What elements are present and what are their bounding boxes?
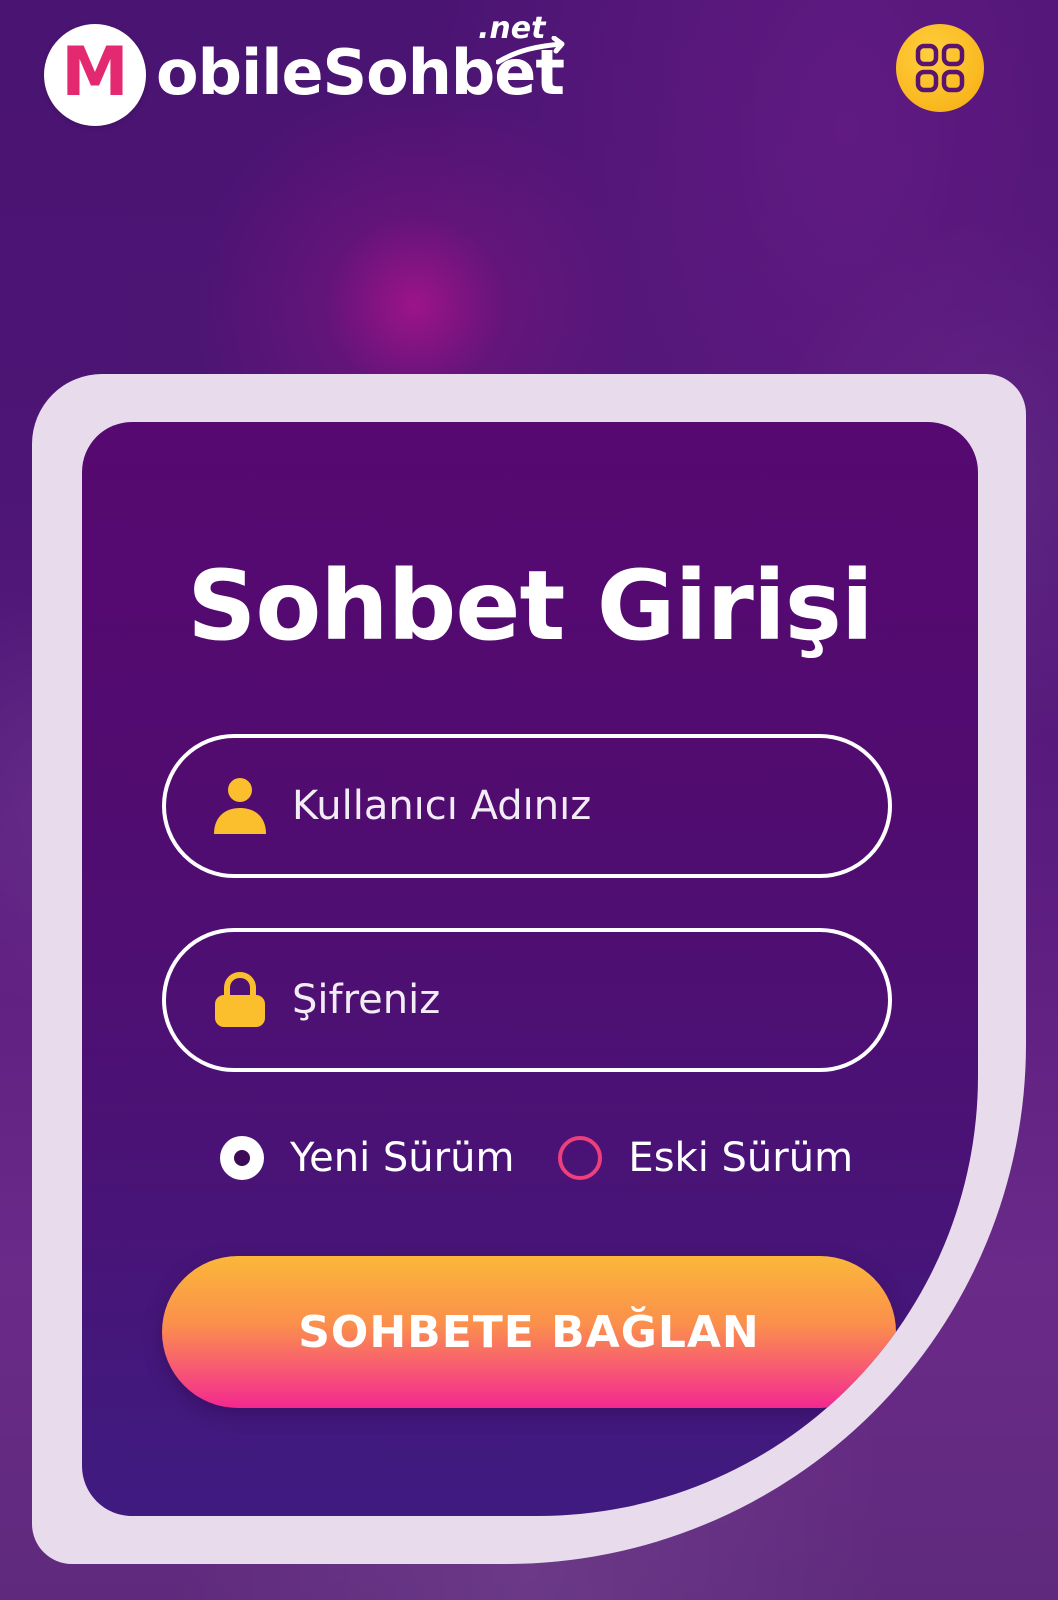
version-option-new[interactable]: Yeni Sürüm	[220, 1135, 514, 1181]
version-label-old: Eski Sürüm	[628, 1135, 854, 1181]
radio-new-version[interactable]	[220, 1136, 264, 1180]
logo-swoosh-icon	[496, 36, 565, 65]
lock-icon	[210, 970, 270, 1030]
login-title: Sohbet Girişi	[187, 550, 874, 662]
username-input[interactable]	[292, 776, 848, 836]
logo-letter: M	[61, 33, 129, 112]
connect-button[interactable]: SOHBETE BAĞLAN	[162, 1256, 896, 1408]
user-icon	[210, 776, 270, 836]
logo-badge: M	[44, 24, 146, 126]
username-field[interactable]	[162, 734, 892, 878]
version-label-new: Yeni Sürüm	[290, 1135, 515, 1181]
menu-button[interactable]	[896, 24, 984, 112]
login-card: Sohbet Girişi Yeni Sürüm Eski Sürüm	[82, 422, 978, 1516]
version-option-old[interactable]: Eski Sürüm	[558, 1135, 853, 1181]
password-field[interactable]	[162, 928, 892, 1072]
grid-icon	[915, 43, 965, 93]
version-selector: Yeni Sürüm Eski Sürüm	[220, 1128, 853, 1188]
site-logo[interactable]: M obileSohbet .net	[44, 14, 584, 130]
password-input[interactable]	[292, 970, 848, 1030]
radio-old-version[interactable]	[558, 1136, 603, 1180]
